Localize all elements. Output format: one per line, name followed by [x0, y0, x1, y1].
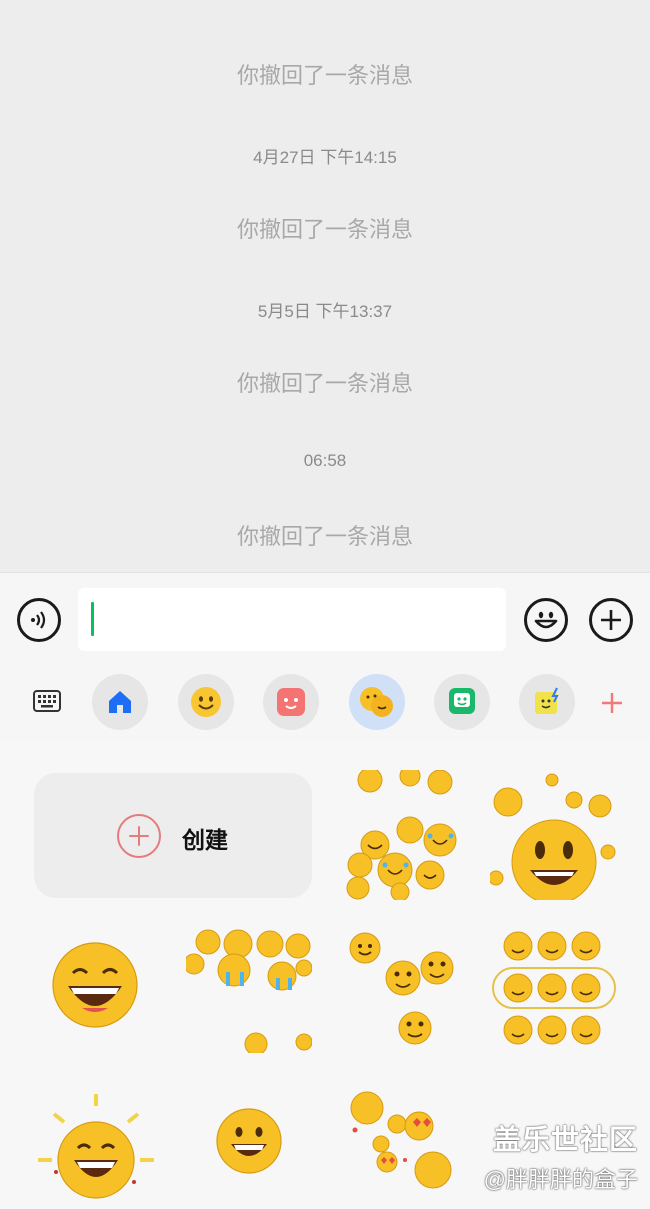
emoji-icon	[534, 611, 558, 629]
watermark-brand: 盖乐世社区	[492, 1124, 638, 1155]
add-circle-icon	[117, 814, 161, 858]
recall-notice: 你撤回了一条消息	[236, 371, 413, 396]
timestamp: 06:58	[303, 451, 347, 470]
tab-pink-face[interactable]	[263, 674, 319, 730]
keyboard-tab[interactable]	[33, 690, 61, 717]
watermark-author: @胖胖胖的盒子	[483, 1167, 638, 1192]
sticker-crying-crowd[interactable]	[183, 928, 313, 1056]
voice-icon	[31, 611, 46, 629]
sticker-laughing-face[interactable]	[40, 928, 150, 1038]
tab-smiley[interactable]	[178, 674, 234, 730]
tab-home[interactable]	[92, 674, 148, 730]
tab-yellow-note[interactable]	[519, 674, 575, 730]
tab-bean-emoji[interactable]	[349, 674, 405, 730]
add-icon	[602, 693, 622, 713]
green-bot-icon	[449, 688, 475, 714]
sticker-scattered-smiles[interactable]	[345, 928, 465, 1053]
create-sticker-button[interactable]: 创建	[34, 773, 312, 898]
smiley-icon	[191, 687, 221, 717]
emoji-button[interactable]	[524, 598, 568, 642]
timestamp: 5月5日 下午13:37	[257, 302, 393, 321]
yellow-note-icon	[535, 687, 559, 714]
sticker-laughing-pile[interactable]	[340, 765, 465, 902]
sticker-simple-grin[interactable]	[214, 1106, 284, 1176]
grin-emoji-icon	[488, 773, 616, 905]
create-label: 创建	[182, 827, 228, 853]
bean-emoji-icon	[360, 687, 393, 717]
home-icon	[109, 691, 131, 713]
add-sticker-pack-button[interactable]	[600, 691, 624, 720]
smile-emoji-icon	[349, 932, 454, 1045]
recall-notice: 你撤回了一条消息	[236, 217, 413, 242]
sticker-big-grin-cats[interactable]	[488, 770, 618, 905]
smile-grid-icon	[492, 931, 616, 1045]
laughing-emoji-icon	[346, 765, 457, 902]
plus-button[interactable]	[589, 598, 633, 642]
chat-area: 你撤回了一条消息 4月27日 下午14:15 你撤回了一条消息 5月5日 下午1…	[0, 0, 650, 572]
grin-face-icon	[216, 1108, 282, 1174]
voice-button[interactable]	[17, 598, 61, 642]
sticker-smile-grid[interactable]	[490, 928, 618, 1053]
keyboard-icon	[33, 690, 61, 712]
recall-notice: 你撤回了一条消息	[236, 63, 413, 88]
text-cursor	[91, 602, 94, 636]
sticker-sunny-laugh[interactable]	[34, 1090, 158, 1200]
pink-face-icon	[277, 688, 305, 716]
recall-notice: 你撤回了一条消息	[236, 524, 413, 549]
message-input[interactable]	[78, 588, 506, 651]
timestamp: 4月27日 下午14:15	[253, 148, 397, 167]
love-emoji-icon	[350, 1091, 452, 1189]
sticker-love-faces[interactable]	[345, 1090, 455, 1195]
input-bar	[0, 572, 650, 664]
sun-laugh-icon	[38, 1094, 154, 1199]
tab-green-bot[interactable]	[434, 674, 490, 730]
crying-emoji-icon	[183, 929, 313, 1056]
plus-icon	[601, 610, 621, 630]
laughing-face-icon	[52, 942, 138, 1028]
sticker-tabs	[0, 664, 650, 740]
